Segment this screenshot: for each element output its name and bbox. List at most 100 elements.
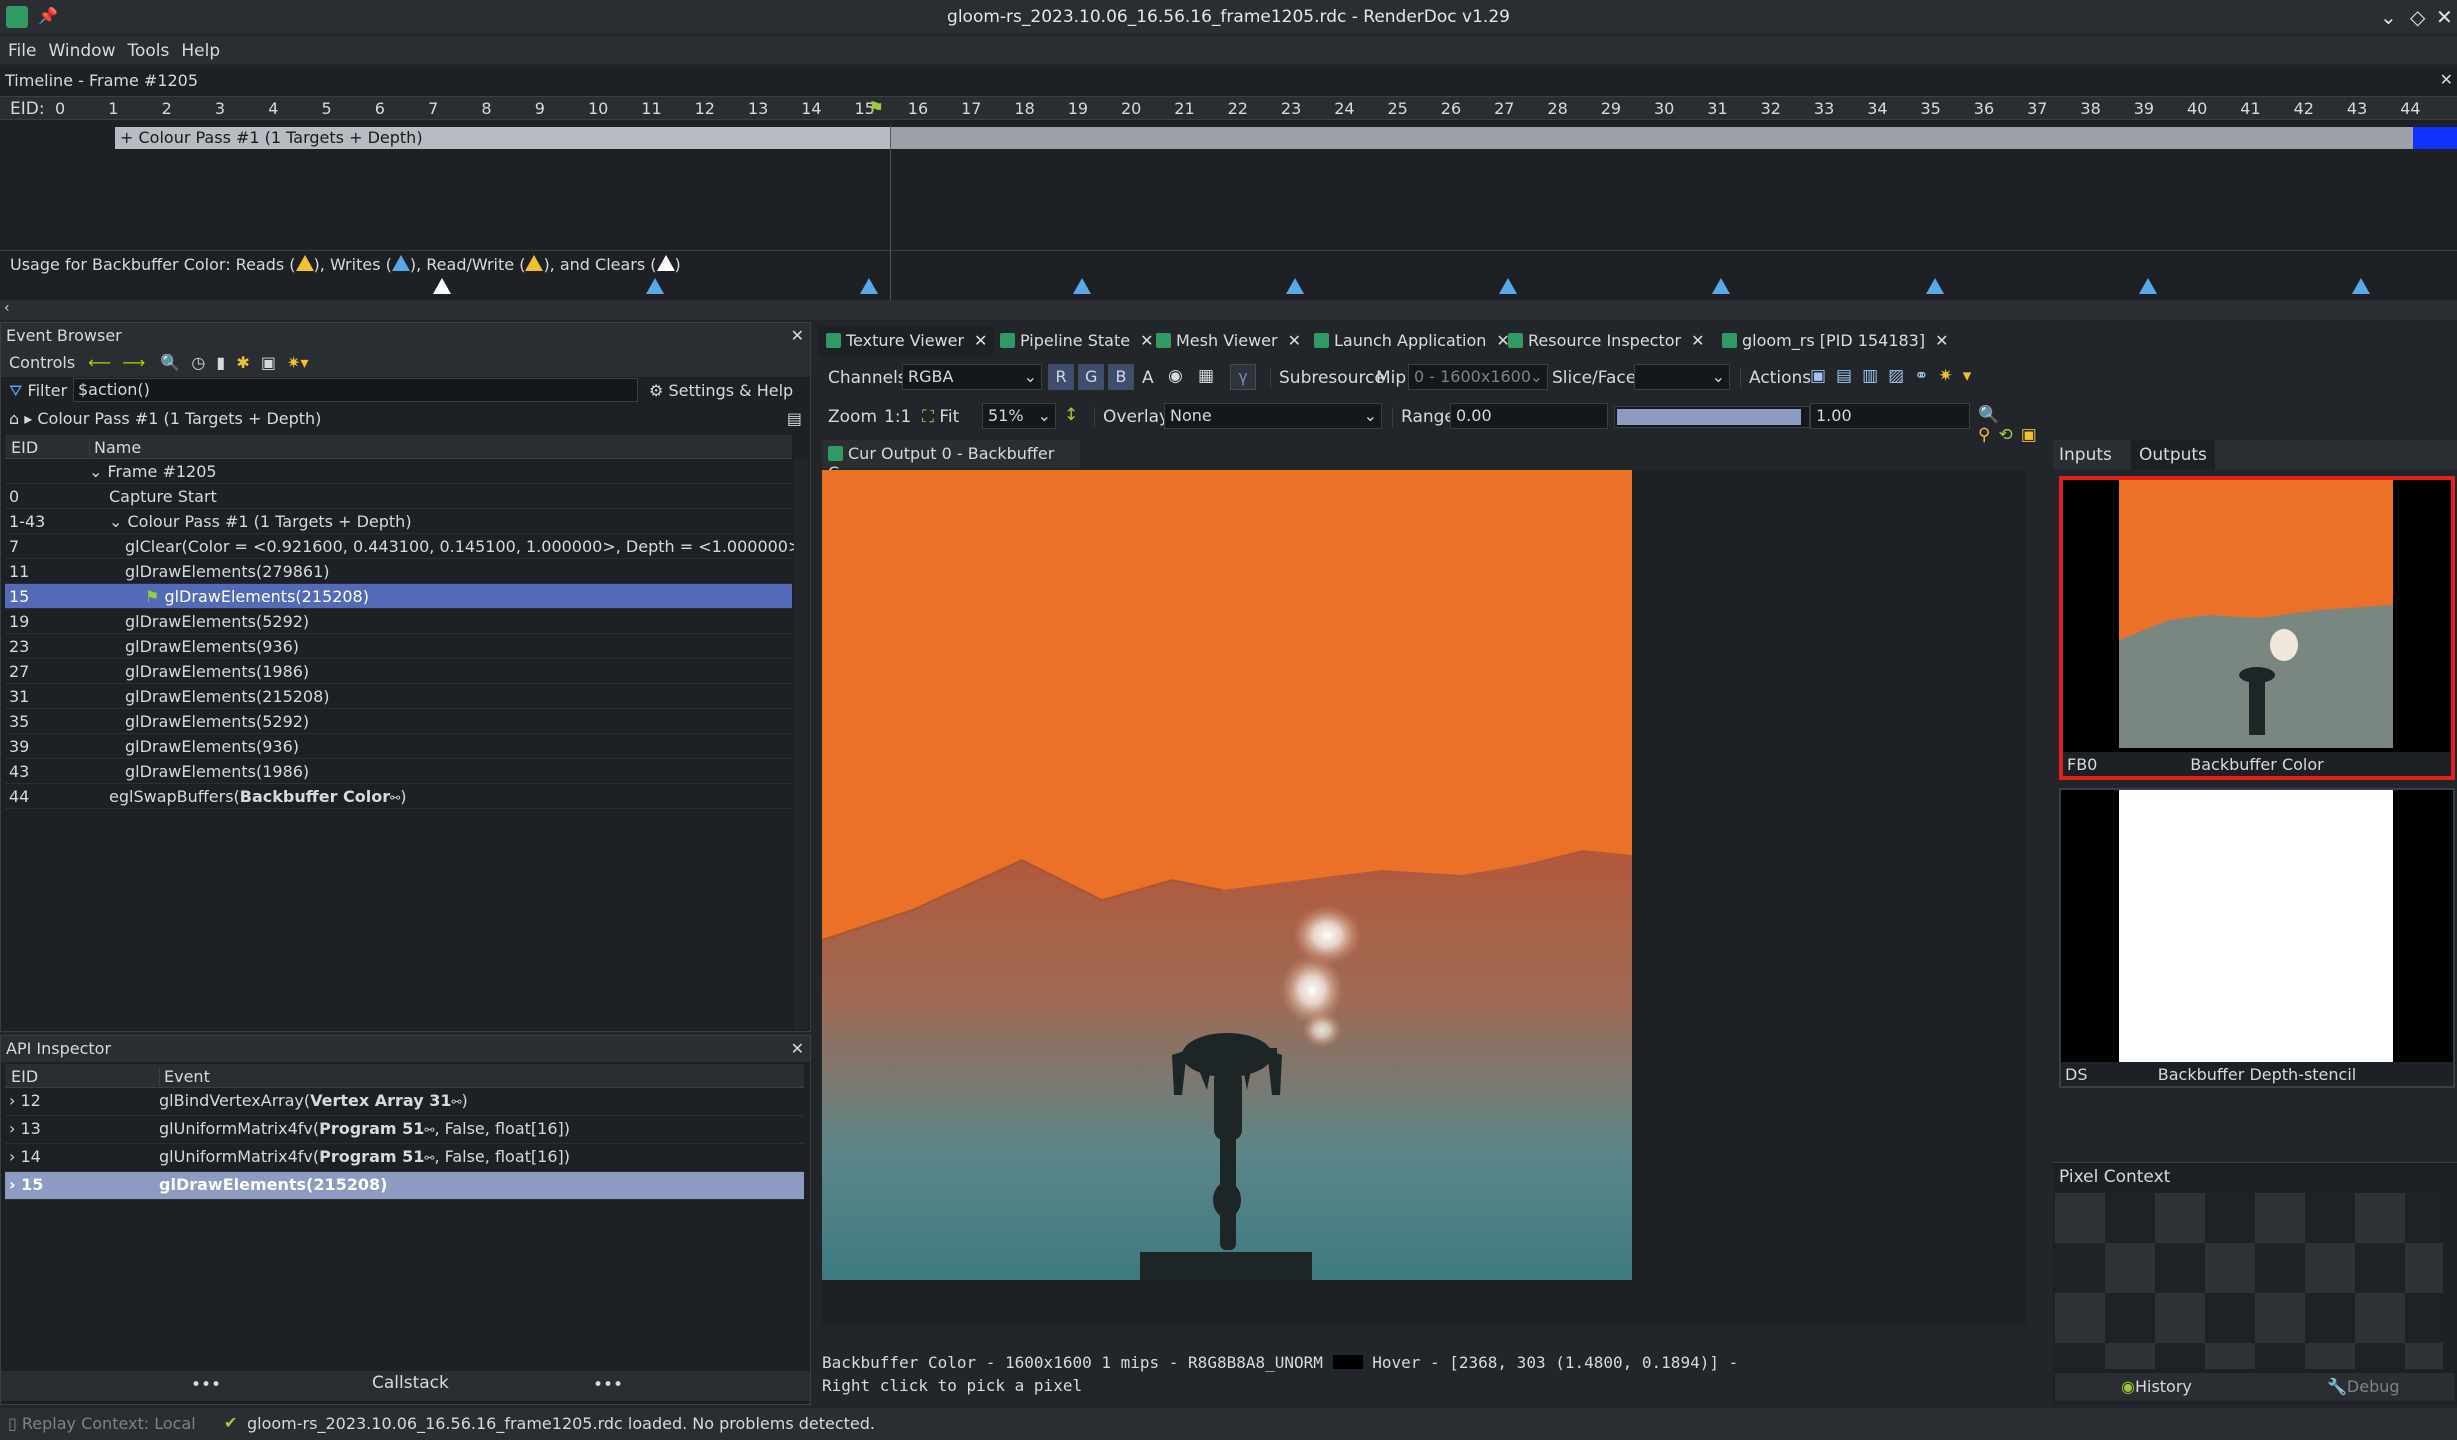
eid-tick[interactable]: 22	[1228, 99, 1248, 118]
collapse-dots-left[interactable]: •••	[191, 1375, 221, 1395]
channel-b-toggle[interactable]: B	[1108, 364, 1134, 390]
eid-tick[interactable]: 1	[108, 99, 118, 118]
api-row[interactable]: › 13 glUniformMatrix4fv(Program 51⚯, Fals…	[5, 1116, 804, 1144]
eid-tick[interactable]: 6	[375, 99, 385, 118]
eid-tick[interactable]: 41	[2240, 99, 2260, 118]
checkerboard-icon[interactable]: ▦	[1198, 366, 1214, 386]
event-row[interactable]: 19 glDrawElements(5292)	[5, 609, 792, 634]
find-icon[interactable]: 🔍	[160, 353, 180, 372]
write-marker[interactable]	[2138, 278, 2157, 294]
flip-y-icon[interactable]: ↕	[1064, 405, 1078, 425]
tab-outputs[interactable]: Outputs	[2131, 440, 2215, 470]
event-browser-close-icon[interactable]: ✕	[791, 326, 804, 345]
eid-tick[interactable]: 2	[162, 99, 172, 118]
event-row[interactable]: 44 eglSwapBuffers(Backbuffer Color⚯)	[5, 784, 792, 809]
eid-tick[interactable]: 33	[1814, 99, 1834, 118]
tab-close-icon[interactable]: ✕	[974, 331, 987, 350]
fit-button[interactable]: ⛶ Fit	[922, 407, 959, 427]
settings-dropdown-icon[interactable]: ✷▾	[287, 353, 308, 372]
thumb-backbuffer-depth[interactable]: DS Backbuffer Depth-stencil	[2059, 788, 2455, 1088]
tab-launch-application[interactable]: Launch Application ✕	[1306, 326, 1516, 356]
close-window-icon[interactable]: ✕	[2436, 5, 2453, 29]
menu-file[interactable]: File	[0, 36, 40, 61]
color-wheel-icon[interactable]: ◉	[1168, 366, 1183, 386]
eid-tick[interactable]: 28	[1547, 99, 1567, 118]
tab-mesh-viewer[interactable]: Mesh Viewer ✕	[1148, 326, 1307, 356]
mip-select[interactable]: 0 - 1600x1600 ⌄	[1408, 364, 1548, 390]
export-icon[interactable]: ▤	[787, 409, 802, 428]
overlay-select[interactable]: None ⌄	[1164, 403, 1382, 429]
eid-tick[interactable]: 16	[908, 99, 928, 118]
event-row[interactable]: 15 ⚑ glDrawElements(215208)	[5, 584, 792, 609]
eid-tick[interactable]: 32	[1761, 99, 1781, 118]
tab-resource-inspector[interactable]: Resource Inspector ✕	[1500, 326, 1711, 356]
eid-tick[interactable]: 29	[1601, 99, 1621, 118]
tab-texture-viewer[interactable]: Texture Viewer ✕	[818, 326, 994, 356]
eid-tick[interactable]: 36	[1974, 99, 1994, 118]
viewer-h-scrollbar[interactable]	[822, 1324, 2042, 1338]
timer-icon[interactable]: ◷	[191, 353, 205, 372]
eid-tick[interactable]: 40	[2187, 99, 2207, 118]
eid-tick[interactable]: 23	[1281, 99, 1301, 118]
write-marker[interactable]	[1925, 278, 1944, 294]
callstack-splitter[interactable]: ••• Callstack •••	[1, 1371, 810, 1401]
menu-help[interactable]: Help	[173, 36, 224, 61]
history-button[interactable]: ◉History	[2121, 1377, 2192, 1396]
menu-window[interactable]: Window	[40, 36, 119, 61]
eid-tick[interactable]: 25	[1388, 99, 1408, 118]
channel-a-toggle[interactable]: A	[1142, 368, 1154, 388]
eid-tick[interactable]: 26	[1441, 99, 1461, 118]
event-row[interactable]: 43 glDrawElements(1986)	[5, 759, 792, 784]
tab-gloom-rs-pid-154183-[interactable]: gloom_rs [PID 154183] ✕	[1714, 326, 1955, 356]
actions-icons[interactable]: ▣▤▥▨⚭✷▾	[1810, 366, 1981, 386]
pixel-context-view[interactable]	[2055, 1193, 2443, 1369]
eid-tick[interactable]: 19	[1068, 99, 1088, 118]
eid-tick[interactable]: 24	[1334, 99, 1354, 118]
eid-tick[interactable]: 44	[2400, 99, 2420, 118]
event-row[interactable]: 7 glClear(Color = <0.921600, 0.443100, 0.…	[5, 534, 808, 559]
eid-tick[interactable]: 10	[588, 99, 608, 118]
eid-tick[interactable]: 43	[2347, 99, 2367, 118]
tab-inputs[interactable]: Inputs	[2059, 445, 2112, 465]
event-row[interactable]: 23 glDrawElements(936)	[5, 634, 792, 659]
write-marker[interactable]	[646, 278, 665, 294]
timeline-scrollbar[interactable]: ‹	[0, 300, 2457, 320]
restore-icon[interactable]: ◇	[2410, 5, 2425, 29]
eid-tick[interactable]: 27	[1494, 99, 1514, 118]
tab-close-icon[interactable]: ✕	[1935, 331, 1948, 350]
eid-tick[interactable]: 34	[1867, 99, 1887, 118]
tab-close-icon[interactable]: ✕	[1691, 331, 1704, 350]
eid-tick[interactable]: 37	[2027, 99, 2047, 118]
write-marker[interactable]	[1712, 278, 1731, 294]
filter-input[interactable]: $action()	[73, 378, 638, 402]
event-browser-scrollbar[interactable]	[794, 459, 808, 1029]
channel-r-toggle[interactable]: R	[1048, 364, 1074, 390]
range-tools-icons[interactable]: 🔍⚲⟲▣	[1978, 405, 2052, 445]
collapse-dots-right[interactable]: •••	[593, 1375, 623, 1395]
settings-help-button[interactable]: ⚙ Settings & Help	[649, 381, 793, 400]
tab-close-icon[interactable]: ✕	[1288, 331, 1301, 350]
event-row[interactable]: 27 glDrawElements(1986)	[5, 659, 792, 684]
home-icon[interactable]: ⌂	[9, 409, 19, 428]
eid-tick[interactable]: 21	[1174, 99, 1194, 118]
clear-marker[interactable]	[433, 278, 452, 294]
zoom-select[interactable]: 51% ⌄	[982, 403, 1056, 429]
zoom-1to1-button[interactable]: 1:1	[884, 407, 911, 427]
event-row[interactable]: 1-43 ⌄ Colour Pass #1 (1 Targets + Depth)	[5, 509, 792, 534]
eid-tick[interactable]: 17	[961, 99, 981, 118]
tab-pipeline-state[interactable]: Pipeline State ✕	[992, 326, 1159, 356]
write-marker[interactable]	[1072, 278, 1091, 294]
texture-view[interactable]	[822, 470, 2042, 1338]
output-tab[interactable]: Cur Output 0 - Backbuffer C...	[822, 440, 1080, 482]
viewer-v-scrollbar[interactable]	[2026, 470, 2042, 1338]
eid-tick[interactable]: 39	[2134, 99, 2154, 118]
eid-tick[interactable]: 13	[748, 99, 768, 118]
slice-select[interactable]: ⌄	[1634, 364, 1730, 390]
write-marker[interactable]	[859, 278, 878, 294]
eid-tick[interactable]: 8	[481, 99, 491, 118]
bookmark-icon[interactable]: ✱	[236, 353, 249, 372]
range-max-input[interactable]: 1.00	[1810, 403, 1970, 429]
menu-tools[interactable]: Tools	[119, 36, 173, 61]
channel-g-toggle[interactable]: G	[1078, 364, 1104, 390]
api-inspector-close-icon[interactable]: ✕	[791, 1039, 804, 1058]
